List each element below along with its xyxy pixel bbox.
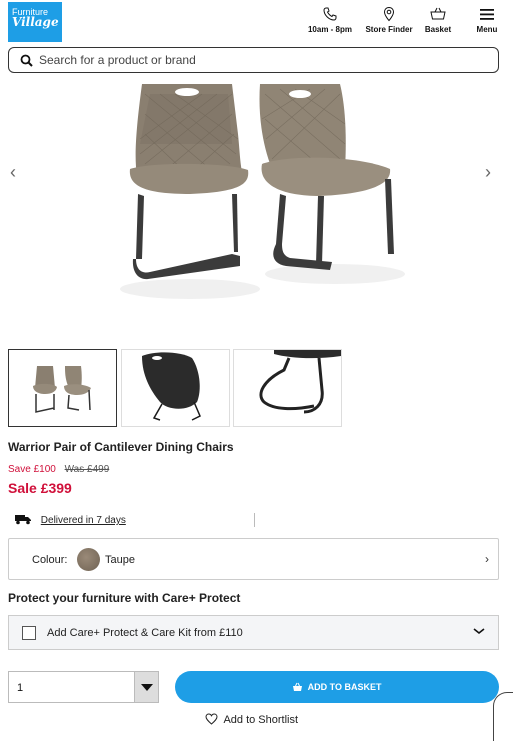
- store-finder-button[interactable]: Store Finder: [361, 6, 417, 34]
- add-to-basket-button[interactable]: ADD TO BASKET: [175, 671, 499, 703]
- care-protect-heading: Protect your furniture with Care+ Protec…: [8, 591, 241, 605]
- chevron-right-icon: ›: [485, 552, 489, 566]
- basket-label: Basket: [424, 25, 452, 34]
- product-title: Warrior Pair of Cantilever Dining Chairs: [8, 440, 234, 454]
- sale-price: Sale £399: [8, 480, 72, 496]
- delivery-text: Delivered in 7 days: [40, 515, 126, 526]
- quantity-value: 1: [17, 682, 24, 694]
- colour-name: Taupe: [105, 554, 135, 566]
- thumbnail-image-black-chair: [142, 352, 201, 421]
- add-to-shortlist-button[interactable]: Add to Shortlist: [205, 713, 298, 726]
- logo-line-2: Village: [12, 15, 59, 29]
- search-input[interactable]: [39, 51, 479, 69]
- product-image-gallery[interactable]: ‹ ›: [0, 84, 513, 330]
- thumbnail-3[interactable]: [233, 349, 342, 427]
- basket-icon: [293, 682, 303, 691]
- basket-button[interactable]: Basket: [420, 6, 456, 34]
- care-protect-option[interactable]: Add Care+ Protect & Care Kit from £110: [8, 615, 499, 650]
- opening-hours-button[interactable]: 10am - 8pm: [304, 6, 356, 34]
- menu-button[interactable]: Menu: [472, 6, 502, 34]
- store-finder-label: Store Finder: [365, 25, 413, 34]
- divider: [254, 513, 255, 527]
- basket-icon: [430, 7, 446, 20]
- hamburger-icon: [480, 9, 494, 20]
- save-amount: Save £100: [8, 464, 56, 475]
- thumbnail-image-chair-base: [259, 350, 341, 414]
- product-image: [0, 84, 513, 330]
- shortlist-label: Add to Shortlist: [223, 714, 299, 726]
- colour-swatch: [77, 548, 100, 571]
- delivery-info[interactable]: Delivered in 7 days: [14, 513, 126, 528]
- quantity-select[interactable]: 1: [8, 671, 159, 703]
- dropdown-arrow-icon[interactable]: [134, 672, 158, 702]
- thumbnail-image-pair-chairs: [33, 366, 91, 413]
- overlay-panel-edge: [493, 692, 513, 741]
- phone-icon: [323, 7, 337, 21]
- price-savings-row: Save £100 Was £499: [8, 464, 109, 475]
- care-protect-label: Add Care+ Protect & Care Kit from £110: [47, 627, 243, 639]
- menu-label: Menu: [476, 25, 498, 34]
- heart-icon: [205, 713, 218, 725]
- search-icon: [20, 54, 33, 67]
- add-to-basket-label: ADD TO BASKET: [307, 682, 382, 692]
- thumbnail-1[interactable]: [8, 349, 117, 427]
- care-protect-checkbox[interactable]: [22, 626, 36, 640]
- gallery-prev-arrow[interactable]: ‹: [10, 162, 16, 183]
- was-price: Was £499: [64, 464, 110, 475]
- site-header: Furniture Village 10am - 8pm Store Finde…: [0, 0, 513, 44]
- chevron-down-icon[interactable]: [472, 624, 486, 638]
- thumbnail-2[interactable]: [121, 349, 230, 427]
- gallery-next-arrow[interactable]: ›: [485, 162, 491, 183]
- hours-label: 10am - 8pm: [307, 25, 353, 34]
- colour-selector[interactable]: Colour: Taupe ›: [8, 538, 499, 580]
- colour-label: Colour:: [32, 554, 68, 566]
- search-bar[interactable]: [8, 47, 499, 73]
- brand-logo[interactable]: Furniture Village: [8, 2, 62, 42]
- location-pin-icon: [383, 6, 395, 22]
- delivery-truck-icon: [15, 515, 31, 525]
